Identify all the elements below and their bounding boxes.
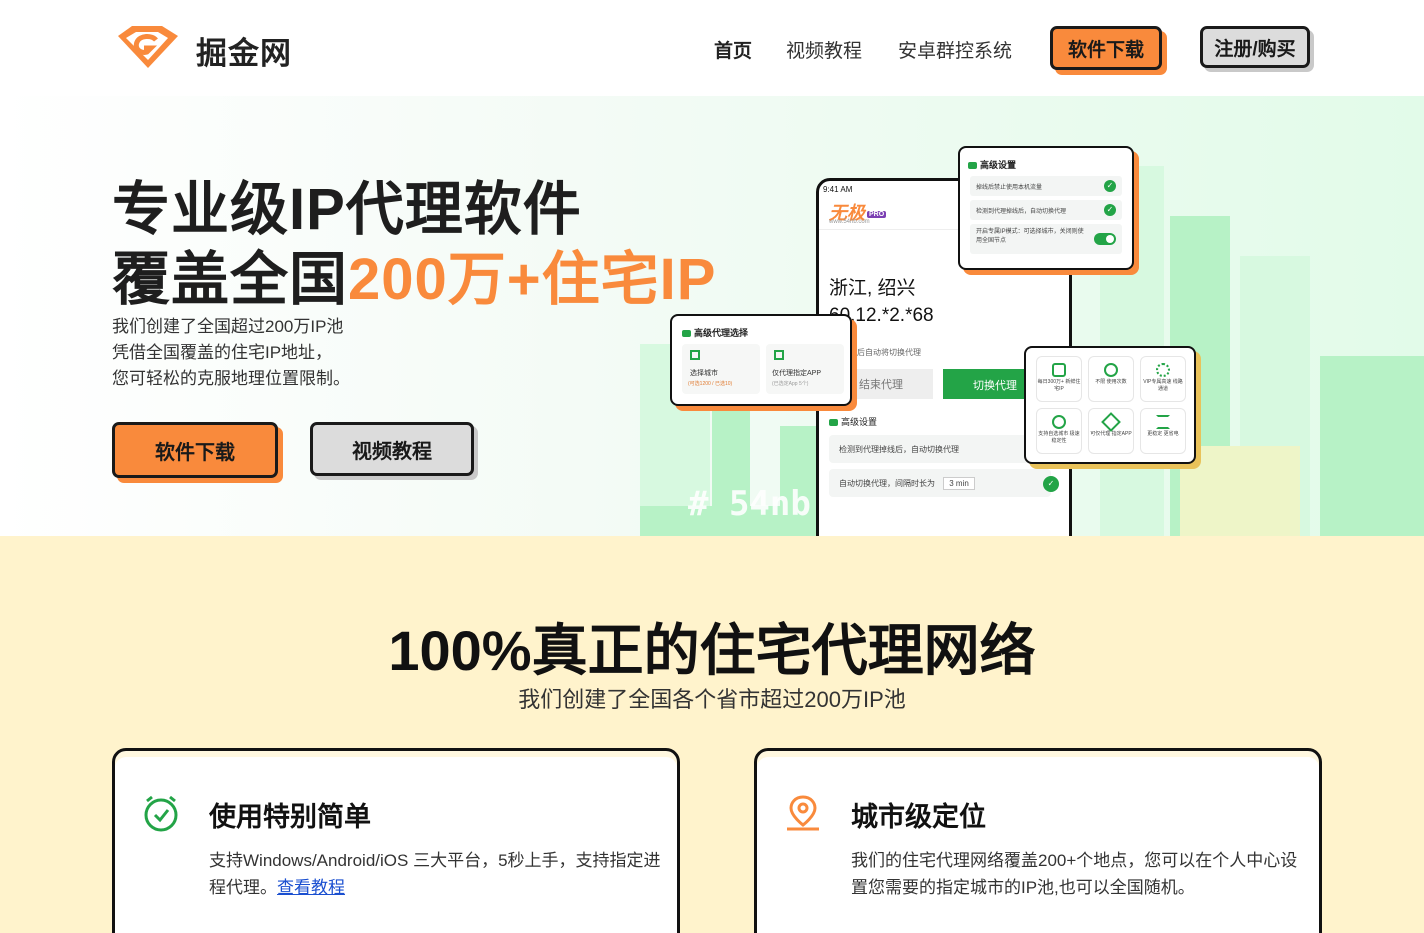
auto-switch-setting: 检测到代理掉线后，自动切换代理 bbox=[829, 435, 1051, 463]
logo-text: 掘金网 bbox=[196, 36, 292, 71]
tile-label: 可仅代理 指定APP bbox=[1090, 431, 1132, 437]
section-title: 100%真正的住宅代理网络 bbox=[388, 619, 1036, 682]
apps-icon bbox=[774, 350, 784, 360]
triangle-icon bbox=[1156, 415, 1170, 429]
tile-label: 支持自选城市 极速稳定性 bbox=[1038, 431, 1080, 444]
hero-desc-line: 您可轻松的克服地理位置限制。 bbox=[112, 369, 350, 388]
watermark-text: # 54nb bbox=[688, 484, 811, 524]
building-icon bbox=[690, 350, 700, 360]
option-sub: (可选1200 / 已选10) bbox=[688, 381, 733, 387]
select-city-option[interactable]: 选择城市 (可选1200 / 已选10) bbox=[682, 344, 760, 394]
end-proxy-button[interactable]: 结束代理 bbox=[853, 369, 933, 399]
phone-pro-badge: PRO bbox=[867, 210, 887, 218]
settings-badge-icon bbox=[968, 162, 977, 170]
hero-title-highlight: 200万+住宅IP bbox=[348, 247, 717, 312]
residential-proxy-section: 100%真正的住宅代理网络 我们创建了全国各个省市超过200万IP池 使用特别简… bbox=[0, 536, 1424, 933]
features-tiles-card: 每日300万+ 新鲜住宅IP 不限 使用次数 VIP专属高速 线路通道 支持自选… bbox=[1024, 346, 1196, 464]
setting-row: 检测到代理掉线后，自动切换代理 ✓ bbox=[970, 200, 1122, 220]
hero-title-prefix: 覆盖全国 bbox=[112, 247, 349, 312]
card-title-text: 高级代理选择 bbox=[694, 328, 749, 338]
settings-badge-icon bbox=[829, 419, 838, 427]
option-label: 仅代理指定APP bbox=[772, 370, 822, 377]
ip-icon bbox=[1052, 363, 1066, 377]
setting-label: 掉线后禁止使用本机流量 bbox=[976, 185, 1043, 191]
tile-label: VIP专属高速 线路通道 bbox=[1143, 379, 1183, 392]
site-header: 掘金网 首页 视频教程 安卓群控系统 软件下载 注册/购买 bbox=[0, 0, 1424, 96]
feature-desc: 支持Windows/Android/iOS 三大平台，5秒上手，支持指定进程代理… bbox=[209, 847, 661, 901]
feature-desc: 我们的住宅代理网络覆盖200+个地点，您可以在个人中心设置您需要的指定城市的IP… bbox=[851, 851, 1298, 897]
bg-building bbox=[1180, 446, 1300, 536]
interval-label: 自动切换代理，间隔时长为 bbox=[839, 479, 935, 488]
setting-row: 掉线后禁止使用本机流量 ✓ bbox=[970, 176, 1122, 196]
tile-label: 更稳定 更省电 bbox=[1147, 431, 1179, 437]
advanced-settings-card: 高级设置 掉线后禁止使用本机流量 ✓ 检测到代理掉线后，自动切换代理 ✓ 开启专属I… bbox=[958, 146, 1134, 270]
hero-desc-line: 凭借全国覆盖的住宅IP地址， bbox=[112, 343, 333, 362]
phone-adv-title: 高级设置 bbox=[829, 415, 877, 428]
clock-icon bbox=[144, 795, 178, 832]
unlimited-icon bbox=[1104, 363, 1118, 377]
header-register-button[interactable]: 注册/购买 bbox=[1200, 26, 1310, 68]
tile-ip: 每日300万+ 新鲜住宅IP bbox=[1036, 356, 1082, 402]
tile-label: 每日300万+ 新鲜住宅IP bbox=[1037, 379, 1081, 392]
card-title: 高级代理选择 bbox=[682, 326, 748, 339]
feature-title: 使用特别简单 bbox=[209, 802, 371, 832]
tile-label: 不限 使用次数 bbox=[1095, 379, 1127, 385]
check-icon[interactable]: ✓ bbox=[1104, 180, 1116, 192]
header-download-button[interactable]: 软件下载 bbox=[1050, 26, 1162, 70]
hero-title-line2: 覆盖全国200万+住宅IP bbox=[112, 232, 716, 316]
interval-setting: 自动切换代理，间隔时长为 3 min ✓ bbox=[829, 469, 1059, 497]
fan-icon bbox=[1156, 363, 1170, 377]
interval-value[interactable]: 3 min bbox=[943, 477, 975, 490]
hero-desc-line: 我们创建了全国超过200万IP池 bbox=[112, 317, 344, 336]
check-icon[interactable]: ✓ bbox=[1104, 204, 1116, 216]
feature-card-city: 城市级定位 我们的住宅代理网络覆盖200+个地点，您可以在个人中心设置您需要的指… bbox=[754, 748, 1322, 933]
view-tutorial-link[interactable]: 查看教程 bbox=[277, 878, 345, 897]
hero-video-button[interactable]: 视频教程 bbox=[310, 422, 474, 476]
tile-city: 支持自选城市 极速稳定性 bbox=[1036, 408, 1082, 454]
site-logo[interactable]: 掘金网 bbox=[112, 24, 352, 72]
setting-label: 检测到代理掉线后，自动切换代理 bbox=[976, 209, 1067, 215]
option-sub: (已选定App 5个) bbox=[772, 381, 809, 387]
feature-title: 城市级定位 bbox=[851, 802, 986, 832]
hero-download-button[interactable]: 软件下载 bbox=[112, 422, 278, 478]
nav-video-tutorial[interactable]: 视频教程 bbox=[786, 36, 862, 63]
auto-switch-label: 检测到代理掉线后，自动切换代理 bbox=[839, 445, 959, 454]
setting-label: 开启专属IP模式：可选择城市，关闭则使用全国节点 bbox=[976, 229, 1084, 244]
setting-row: 开启专属IP模式：可选择城市，关闭则使用全国节点 bbox=[970, 224, 1122, 254]
tile-app: 可仅代理 指定APP bbox=[1088, 408, 1134, 454]
nav-home[interactable]: 首页 bbox=[714, 36, 752, 63]
nav-android-control[interactable]: 安卓群控系统 bbox=[898, 36, 1012, 63]
app-proxy-option[interactable]: 仅代理指定APP (已选定App 5个) bbox=[766, 344, 844, 394]
card-title-text: 高级设置 bbox=[980, 160, 1017, 170]
phone-adv-title-text: 高级设置 bbox=[841, 417, 878, 427]
proxy-select-card: 高级代理选择 选择城市 (可选1200 / 已选10) 仅代理指定APP (已选… bbox=[670, 314, 852, 406]
card-title: 高级设置 bbox=[968, 158, 1016, 171]
tile-stable: 更稳定 更省电 bbox=[1140, 408, 1186, 454]
navigation-icon bbox=[1101, 412, 1121, 432]
phone-auto-tip: 秒后自动将切换代理 bbox=[849, 348, 921, 357]
map-pin-icon bbox=[787, 795, 819, 831]
hero-section: 专业级IP代理软件 覆盖全国200万+住宅IP 我们创建了全国超过200万IP池… bbox=[0, 96, 1424, 536]
phone-time: 9:41 AM bbox=[823, 185, 853, 194]
feature-card-easy: 使用特别简单 支持Windows/Android/iOS 三大平台，5秒上手，支… bbox=[112, 748, 680, 933]
option-label: 选择城市 bbox=[690, 370, 718, 377]
phone-url: www.54nb.com bbox=[829, 219, 870, 225]
logo-icon bbox=[118, 26, 178, 68]
phone-city: 浙江, 绍兴 bbox=[829, 278, 916, 299]
section-subtitle: 我们创建了全国各个省市超过200万IP池 bbox=[518, 687, 906, 712]
settings-badge-icon bbox=[682, 330, 691, 338]
toggle-switch[interactable] bbox=[1094, 233, 1116, 245]
check-icon: ✓ bbox=[1043, 476, 1059, 492]
target-icon bbox=[1052, 415, 1066, 429]
tile-unlimited: 不限 使用次数 bbox=[1088, 356, 1134, 402]
hero-description: 我们创建了全国超过200万IP池 凭借全国覆盖的住宅IP地址， 您可轻松的克服地… bbox=[112, 314, 350, 392]
bg-building bbox=[1320, 356, 1424, 536]
tile-vip: VIP专属高速 线路通道 bbox=[1140, 356, 1186, 402]
